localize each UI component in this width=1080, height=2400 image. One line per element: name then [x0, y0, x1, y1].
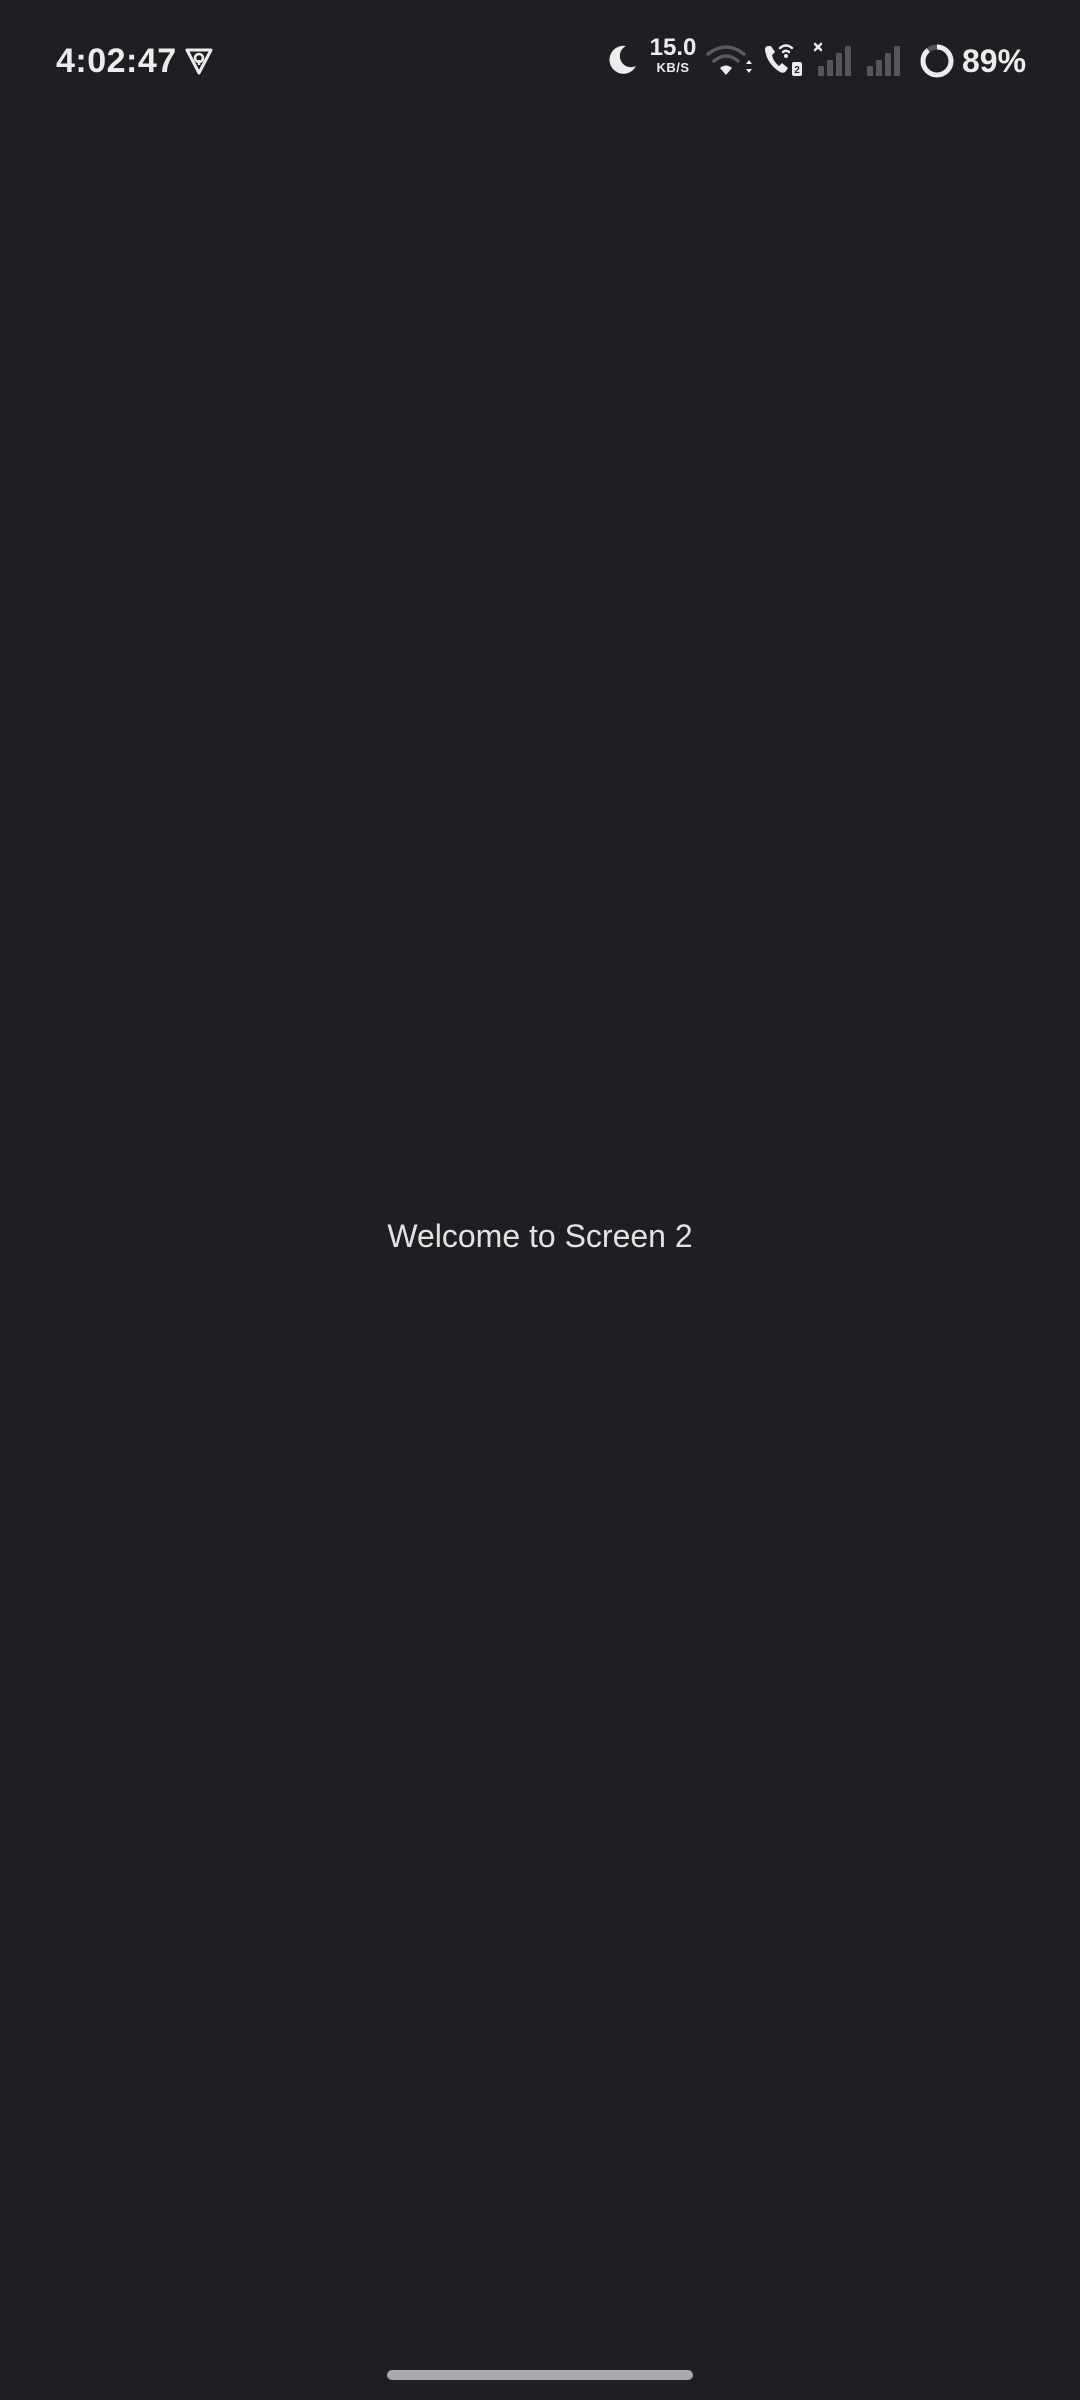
home-indicator[interactable]: [387, 2370, 693, 2380]
volte-call-icon: 2: [765, 44, 802, 76]
battery-percent: 89%: [962, 43, 1027, 79]
battery-ring-icon: [920, 44, 954, 78]
moon-icon: [609, 45, 636, 74]
welcome-message: Welcome to Screen 2: [387, 1218, 693, 1254]
vpn-icon: [185, 48, 213, 75]
network-speed: 15.0 KB/S: [648, 36, 698, 76]
signal-sim2-icon: [867, 46, 900, 76]
wifi-icon: [706, 45, 752, 75]
svg-text:2: 2: [794, 65, 800, 76]
network-speed-value: 15.0: [649, 34, 697, 61]
network-speed-unit: KB/S: [656, 60, 690, 75]
status-clock: 4:02:47: [56, 42, 177, 80]
signal-sim1-icon: [813, 42, 851, 76]
status-bar: 4:02:47 15.0 KB/S 2 89%: [0, 0, 1080, 124]
